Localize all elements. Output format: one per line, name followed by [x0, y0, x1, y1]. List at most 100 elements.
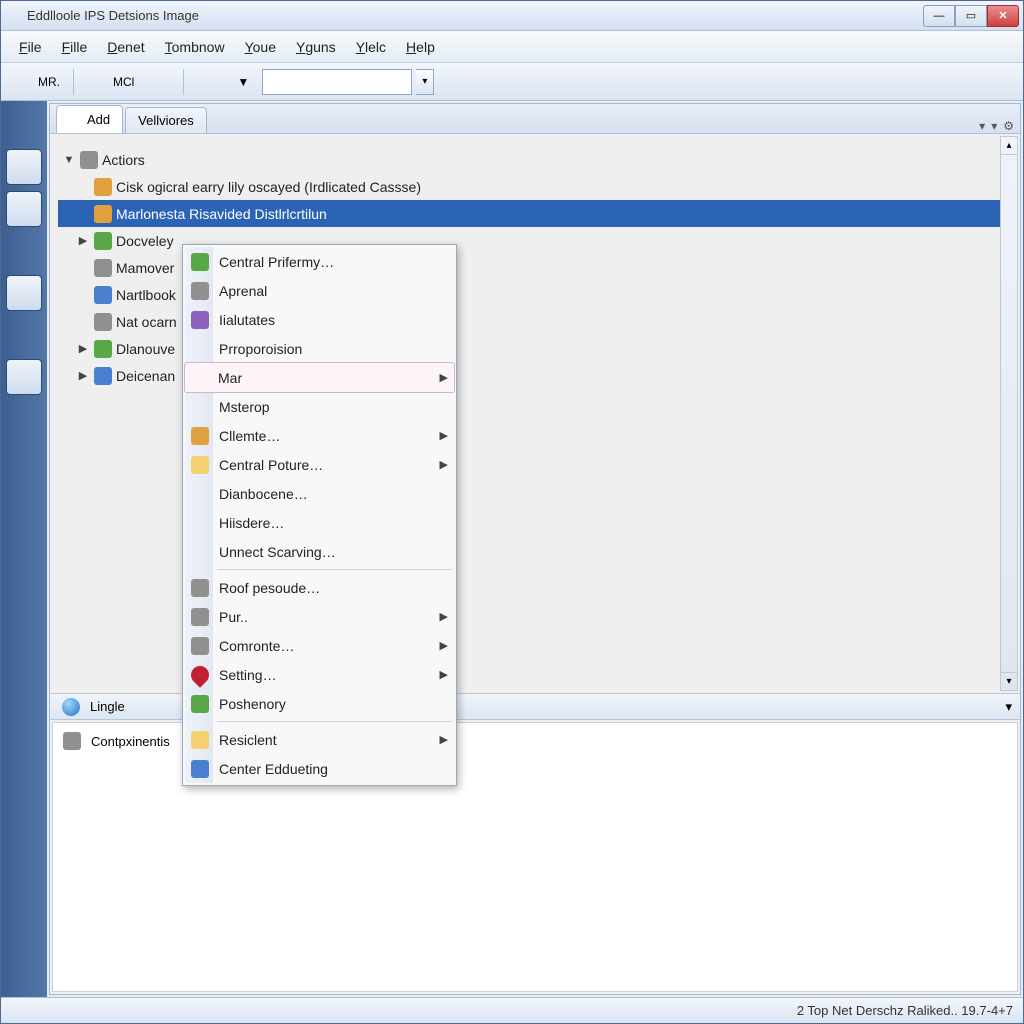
- submenu-arrow-icon: ▶: [440, 668, 448, 681]
- submenu-arrow-icon: ▶: [440, 639, 448, 652]
- maximize-button[interactable]: ▭: [955, 5, 987, 27]
- tool-btn-back[interactable]: [438, 67, 470, 97]
- menu-item-label: Msterop: [219, 399, 270, 415]
- menu-item-icon: [191, 666, 209, 684]
- tab-menu-icon-2[interactable]: ▾: [991, 119, 997, 133]
- tool-btn-1[interactable]: MR.: [7, 67, 65, 97]
- context-menu-item[interactable]: Comronte… ▶: [185, 631, 454, 660]
- sidebar-btn-6[interactable]: [6, 317, 42, 353]
- context-menu-item[interactable]: Central Poture…▶: [185, 450, 454, 479]
- sidebar-btn-3[interactable]: [6, 191, 42, 227]
- context-menu-item[interactable]: Pur..▶: [185, 602, 454, 631]
- tree-item-selected[interactable]: Marlonesta Risavided Distlrlcrtilun: [58, 200, 1012, 227]
- menu-tombnow[interactable]: Tombnow: [155, 35, 235, 59]
- scroll-up-icon[interactable]: ▴: [1001, 137, 1017, 155]
- tab-velliviores[interactable]: Vellviores: [125, 107, 207, 133]
- sidebar-btn-8[interactable]: [6, 401, 42, 437]
- scroll-down-icon[interactable]: ▾: [1001, 672, 1017, 690]
- context-menu-item[interactable]: Poshenory: [185, 689, 454, 718]
- menu-item-label: Iialutates: [219, 312, 275, 328]
- tool-btn-globe[interactable]: [192, 67, 224, 97]
- tab-add[interactable]: Add: [56, 105, 123, 133]
- menu-item-label: Roof pesoude…: [219, 580, 320, 596]
- menu-ylelc[interactable]: Ylelc: [346, 35, 396, 59]
- sidebar-btn-2[interactable]: [6, 149, 42, 185]
- lower-dropdown-icon[interactable]: ▾: [1005, 699, 1012, 715]
- row-label: Contpxinentis: [91, 734, 170, 749]
- tool-btn-misc[interactable]: [546, 67, 578, 97]
- sidebar-btn-4[interactable]: [6, 233, 42, 269]
- tool-btn-folder[interactable]: MCl: [82, 67, 139, 97]
- context-menu-separator: [217, 721, 452, 722]
- sidebar-btn-5[interactable]: [6, 275, 42, 311]
- app-window: Eddlloole IPS Detsions Image — ▭ ✕ File …: [0, 0, 1024, 1024]
- window-controls: — ▭ ✕: [923, 5, 1019, 27]
- context-menu-item[interactable]: Resiclent▶: [185, 725, 454, 754]
- context-menu-item[interactable]: Unnect Scarving…: [185, 537, 454, 566]
- item-icon: [94, 340, 112, 358]
- add-icon: [69, 113, 83, 127]
- tree-item[interactable]: Cisk ogicral earry lily oscayed (Irdlica…: [58, 173, 1012, 200]
- menu-fille[interactable]: Fille: [52, 35, 98, 59]
- toolbar-input-dropdown[interactable]: ▾: [416, 69, 434, 95]
- menu-item-label: Pur..: [219, 609, 248, 625]
- menu-item-icon: [191, 282, 209, 300]
- tree-root[interactable]: ▼ Actiors: [58, 146, 1012, 173]
- main-area: Add Vellviores ▾ ▾ ⚙ ▼ Actiors: [1, 101, 1023, 997]
- toolbar: MR. MCl ▼ ▾: [1, 63, 1023, 101]
- menu-item-label: Unnect Scarving…: [219, 544, 336, 560]
- tree-expand-icon[interactable]: ▶: [76, 234, 90, 247]
- close-button[interactable]: ✕: [987, 5, 1019, 27]
- context-menu-item[interactable]: Iialutates: [185, 305, 454, 334]
- menu-file[interactable]: File: [9, 35, 52, 59]
- sidebar-btn-7[interactable]: [6, 359, 42, 395]
- context-menu-item[interactable]: Msterop: [185, 392, 454, 421]
- sidebar: [1, 101, 47, 997]
- context-menu-item[interactable]: Cllemte…▶: [185, 421, 454, 450]
- context-menu-item[interactable]: Hiisdere…: [185, 508, 454, 537]
- tool-btn-dropdown[interactable]: ▼: [228, 67, 258, 97]
- menu-yguns[interactable]: Yguns: [286, 35, 346, 59]
- tool-btn-x[interactable]: [474, 67, 506, 97]
- tree-label: Marlonesta Risavided Distlrlcrtilun: [116, 206, 327, 222]
- tree-label: Nartlbook: [116, 287, 176, 303]
- tree-expand-icon[interactable]: ▼: [62, 154, 76, 166]
- item-icon: [94, 313, 112, 331]
- menu-denet[interactable]: Denet: [97, 35, 154, 59]
- menu-item-label: Center Eddueting: [219, 761, 328, 777]
- tree-label: Docveley: [116, 233, 174, 249]
- menu-help[interactable]: Help: [396, 35, 445, 59]
- context-menu-item[interactable]: Aprenal: [185, 276, 454, 305]
- toolbar-input[interactable]: [262, 69, 412, 95]
- context-menu-item[interactable]: Setting…▶: [185, 660, 454, 689]
- tab-menu-icon[interactable]: ▾: [979, 119, 985, 133]
- context-menu-item[interactable]: Dianbocene…: [185, 479, 454, 508]
- item-icon: [94, 367, 112, 385]
- item-icon: [94, 205, 112, 223]
- tree-expand-icon[interactable]: ▶: [76, 369, 90, 382]
- context-menu-item[interactable]: Roof pesoude…: [185, 573, 454, 602]
- menu-item-label: Cllemte…: [219, 428, 280, 444]
- context-menu-item[interactable]: Mar▶: [184, 362, 455, 393]
- context-menu-item[interactable]: Center Eddueting: [185, 754, 454, 783]
- minimize-button[interactable]: —: [923, 5, 955, 27]
- sidebar-btn-bottom[interactable]: [6, 955, 42, 991]
- menu-item-icon: [191, 731, 209, 749]
- titlebar: Eddlloole IPS Detsions Image — ▭ ✕: [1, 1, 1023, 31]
- scrollbar[interactable]: ▴ ▾: [1000, 136, 1018, 691]
- tab-gear-icon[interactable]: ⚙: [1003, 119, 1014, 133]
- menu-youe[interactable]: Youe: [235, 35, 286, 59]
- tab-label: Vellviores: [138, 113, 194, 128]
- tool-btn-pencil[interactable]: [143, 67, 175, 97]
- item-icon: [94, 259, 112, 277]
- context-menu-item[interactable]: Central Prifermy…: [185, 247, 454, 276]
- tree-label: Nat ocarn: [116, 314, 177, 330]
- item-icon: [94, 178, 112, 196]
- menu-item-label: Comronte…: [219, 638, 294, 654]
- tree-label: Cisk ogicral earry lily oscayed (Irdlica…: [116, 179, 421, 195]
- menu-item-icon: [191, 760, 209, 778]
- context-menu-item[interactable]: Prroporoision: [185, 334, 454, 363]
- tree-expand-icon[interactable]: ▶: [76, 342, 90, 355]
- sidebar-btn-1[interactable]: [6, 107, 42, 143]
- tool-btn-refresh[interactable]: [510, 67, 542, 97]
